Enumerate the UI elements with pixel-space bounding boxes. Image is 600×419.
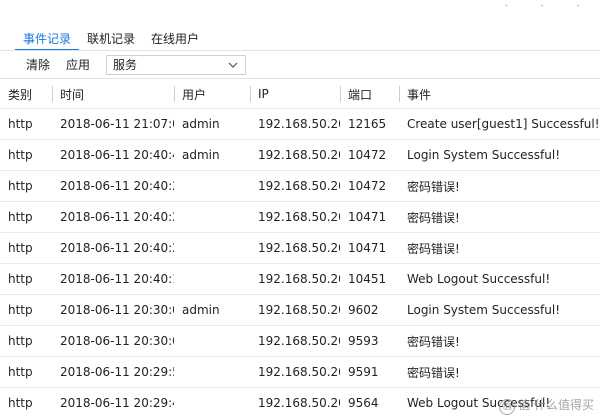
cell-event: Login System Successful! xyxy=(399,139,600,171)
cell-port: 10471 xyxy=(340,201,399,233)
cell-user: admin xyxy=(174,294,250,326)
table-body: http2018-06-11 21:07:02admin192.168.50.2… xyxy=(0,108,600,418)
cell-ip: 192.168.50.209 xyxy=(250,387,340,418)
tab-bar: 事件记录 联机记录 在线用户 xyxy=(15,29,207,51)
toolbar: 清除 应用 服务 xyxy=(18,54,247,75)
cell-event: Create user[guest1] Successful! xyxy=(399,108,600,140)
cell-time: 2018-06-11 20:29:58 xyxy=(52,356,174,388)
window-top-edge: ˴ ˴ ˴ xyxy=(0,0,600,18)
cell-ip: 192.168.50.209 xyxy=(250,108,340,140)
cell-port: 10471 xyxy=(340,232,399,264)
cell-user: admin xyxy=(174,108,250,140)
table-row[interactable]: http2018-06-11 20:30:02 192.168.50.209959… xyxy=(0,325,600,357)
filter-select[interactable]: 服务 xyxy=(106,54,247,75)
cell-time: 2018-06-11 20:30:07 xyxy=(52,294,174,326)
cell-time: 2018-06-11 21:07:02 xyxy=(52,108,174,140)
cell-category: http xyxy=(0,325,52,357)
cell-time: 2018-06-11 20:30:02 xyxy=(52,325,174,357)
table-row[interactable]: http2018-06-11 20:30:07admin192.168.50.2… xyxy=(0,294,600,326)
cell-time: 2018-06-11 20:40:25 xyxy=(52,201,174,233)
table-row[interactable]: http2018-06-11 21:07:02admin192.168.50.2… xyxy=(0,108,600,140)
window-controls-icons: ˴ ˴ ˴ xyxy=(504,0,594,11)
tab-online-users[interactable]: 在线用户 xyxy=(143,29,207,51)
cell-category: http xyxy=(0,108,52,140)
cell-event: 密码错误! xyxy=(399,232,600,264)
col-header-port[interactable]: 端口 xyxy=(340,80,399,109)
tab-event-log[interactable]: 事件记录 xyxy=(15,29,80,51)
cell-ip: 192.168.50.209 xyxy=(250,356,340,388)
cell-time: 2018-06-11 20:40:12 xyxy=(52,263,174,295)
cell-user xyxy=(174,263,250,295)
table-header-row: 类别 时间 用户 IP 端口 事件 xyxy=(0,80,600,109)
col-header-time[interactable]: 时间 xyxy=(52,80,174,109)
cell-ip: 192.168.50.209 xyxy=(250,232,340,264)
cell-user xyxy=(174,356,250,388)
tabs-divider xyxy=(0,50,600,51)
table-row[interactable]: http2018-06-11 20:40:25 192.168.50.209104… xyxy=(0,201,600,233)
cell-port: 9564 xyxy=(340,387,399,418)
col-header-category[interactable]: 类别 xyxy=(0,80,52,109)
watermark: 值值 什么值得买 xyxy=(499,396,594,415)
table-row[interactable]: http2018-06-11 20:40:45admin192.168.50.2… xyxy=(0,139,600,171)
col-header-event[interactable]: 事件 xyxy=(399,80,600,109)
cell-user xyxy=(174,325,250,357)
col-header-ip[interactable]: IP xyxy=(250,80,340,109)
table-row[interactable]: http2018-06-11 20:29:58 192.168.50.209959… xyxy=(0,356,600,388)
apply-button[interactable]: 应用 xyxy=(58,55,98,75)
clear-button[interactable]: 清除 xyxy=(18,55,58,75)
cell-event: Login System Successful! xyxy=(399,294,600,326)
cell-user xyxy=(174,387,250,418)
cell-ip: 192.168.50.209 xyxy=(250,139,340,171)
cell-event: 密码错误! xyxy=(399,170,600,202)
cell-user xyxy=(174,232,250,264)
cell-port: 9602 xyxy=(340,294,399,326)
toolbar-divider xyxy=(0,78,600,79)
cell-port: 9593 xyxy=(340,325,399,357)
cell-time: 2018-06-11 20:40:29 xyxy=(52,170,174,202)
cell-category: http xyxy=(0,232,52,264)
cell-port: 12165 xyxy=(340,108,399,140)
cell-event: 密码错误! xyxy=(399,356,600,388)
cell-time: 2018-06-11 20:29:47 xyxy=(52,387,174,418)
cell-user: admin xyxy=(174,139,250,171)
cell-category: http xyxy=(0,170,52,202)
cell-ip: 192.168.50.209 xyxy=(250,263,340,295)
filter-select-value: 服务 xyxy=(113,58,138,72)
tab-connection-log[interactable]: 联机记录 xyxy=(79,29,143,51)
zhi-logo-icon: 值 xyxy=(499,399,516,415)
cell-port: 10472 xyxy=(340,139,399,171)
cell-category: http xyxy=(0,201,52,233)
table-row[interactable]: http2018-06-11 20:40:22 192.168.50.209104… xyxy=(0,232,600,264)
cell-time: 2018-06-11 20:40:22 xyxy=(52,232,174,264)
event-table: 类别 时间 用户 IP 端口 事件 http2018-06-11 21:07:0… xyxy=(0,80,600,418)
cell-event: 密码错误! xyxy=(399,325,600,357)
chevron-down-icon xyxy=(228,62,238,68)
cell-category: http xyxy=(0,139,52,171)
watermark-text: 值 什么值得买 xyxy=(518,398,594,412)
cell-event: 密码错误! xyxy=(399,201,600,233)
cell-category: http xyxy=(0,356,52,388)
cell-category: http xyxy=(0,294,52,326)
cell-port: 9591 xyxy=(340,356,399,388)
col-header-user[interactable]: 用户 xyxy=(174,80,250,109)
cell-user xyxy=(174,201,250,233)
cell-user xyxy=(174,170,250,202)
cell-ip: 192.168.50.209 xyxy=(250,170,340,202)
cell-ip: 192.168.50.209 xyxy=(250,201,340,233)
cell-category: http xyxy=(0,387,52,418)
cell-ip: 192.168.50.209 xyxy=(250,325,340,357)
cell-category: http xyxy=(0,263,52,295)
cell-time: 2018-06-11 20:40:45 xyxy=(52,139,174,171)
cell-event: Web Logout Successful! xyxy=(399,263,600,295)
table-row[interactable]: http2018-06-11 20:40:12 192.168.50.209104… xyxy=(0,263,600,295)
cell-ip: 192.168.50.209 xyxy=(250,294,340,326)
table-row[interactable]: http2018-06-11 20:40:29 192.168.50.209104… xyxy=(0,170,600,202)
cell-port: 10472 xyxy=(340,170,399,202)
cell-port: 10451 xyxy=(340,263,399,295)
